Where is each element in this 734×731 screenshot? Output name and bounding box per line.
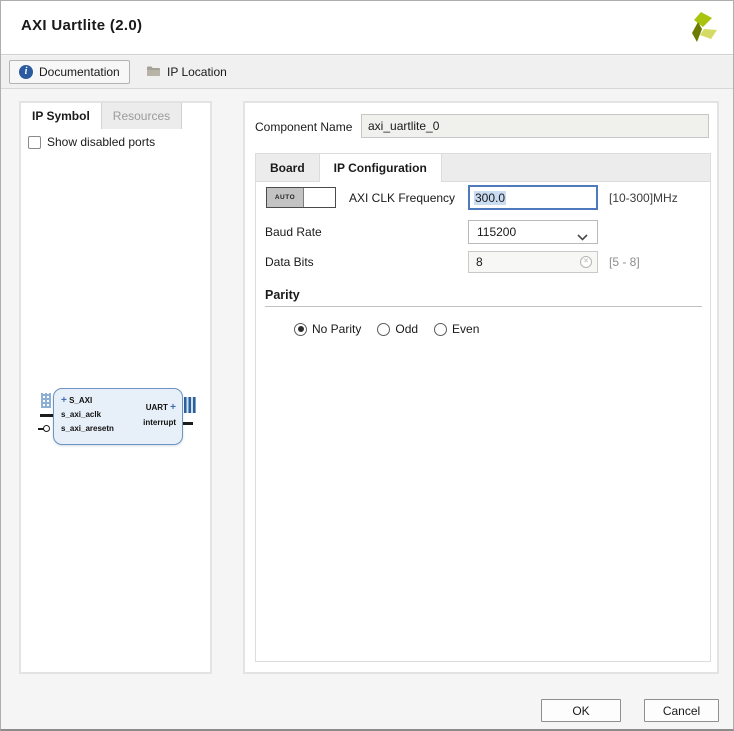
uart-interface-connector-icon: [184, 397, 196, 413]
radio-button-icon: [434, 322, 448, 336]
show-disabled-ports-row: Show disabled ports: [28, 135, 155, 149]
component-name-input[interactable]: [361, 114, 709, 138]
chevron-down-icon: [577, 230, 588, 244]
title-bar: AXI Uartlite (2.0): [1, 1, 733, 55]
selected-text: 300.0: [474, 190, 507, 205]
axi-clk-frequency-input[interactable]: 300.0: [468, 185, 598, 210]
parity-radio-group: No Parity Odd Even: [294, 322, 479, 336]
radio-odd[interactable]: Odd: [377, 322, 418, 336]
radio-no-parity[interactable]: No Parity: [294, 322, 361, 336]
folder-icon: [146, 65, 161, 80]
expand-plus-icon: +: [170, 402, 176, 413]
aclk-pin-stub-icon: [40, 414, 53, 417]
xilinx-logo-icon: [681, 8, 721, 55]
interrupt-pin-stub-icon: [183, 422, 193, 425]
data-bits-input[interactable]: 8 ✕: [468, 251, 598, 273]
radio-button-icon: [294, 322, 307, 336]
tab-ip-symbol[interactable]: IP Symbol: [21, 103, 102, 129]
data-bits-label: Data Bits: [265, 255, 314, 269]
tab-resources[interactable]: Resources: [101, 103, 183, 129]
ip-symbol-panel: IP Symbol Resources Show disabled ports …: [19, 101, 212, 674]
show-disabled-ports-label: Show disabled ports: [47, 135, 156, 149]
page-title: AXI Uartlite (2.0): [21, 17, 143, 34]
axi-clk-frequency-label: AXI CLK Frequency: [349, 191, 456, 205]
axi-clk-range-label: [10-300]MHz: [609, 191, 678, 205]
s-axi-interface-connector-icon: [41, 393, 51, 408]
documentation-label: Documentation: [39, 65, 120, 79]
info-circle-icon: i: [19, 65, 33, 79]
component-name-label: Component Name: [255, 120, 353, 134]
tab-board[interactable]: Board: [256, 154, 319, 181]
baud-rate-value: 115200: [477, 225, 517, 239]
port-s-axi: + S_AXI: [61, 395, 93, 406]
config-tab-widget: Board IP Configuration AUTO AXI CLK Freq…: [255, 153, 711, 662]
config-tab-strip: Board IP Configuration: [256, 154, 710, 182]
auto-toggle-label: AUTO: [267, 188, 304, 207]
ip-location-label: IP Location: [167, 65, 227, 79]
documentation-button[interactable]: i Documentation: [9, 60, 130, 84]
ok-button[interactable]: OK: [541, 699, 621, 722]
ip-symbol-diagram: + S_AXI s_axi_aclk s_axi_aresetn UART + …: [38, 388, 196, 445]
left-tab-strip: IP Symbol Resources: [21, 103, 210, 129]
radio-even[interactable]: Even: [434, 322, 479, 336]
tab-strip-filler: [182, 103, 210, 129]
section-divider: [265, 306, 702, 307]
data-bits-range-label: [5 - 8]: [609, 255, 640, 269]
port-s-axi-aresetn: s_axi_aresetn: [61, 424, 114, 433]
tab-ip-configuration[interactable]: IP Configuration: [318, 154, 442, 182]
tab-strip-filler: [442, 154, 710, 181]
port-s-axi-aclk: s_axi_aclk: [61, 410, 102, 419]
baud-rate-label: Baud Rate: [265, 225, 322, 239]
axi-clk-auto-toggle[interactable]: AUTO: [266, 187, 336, 208]
toolbar: i Documentation IP Location: [1, 56, 733, 89]
configuration-panel: Component Name Board IP Configuration AU…: [243, 101, 719, 674]
ip-customization-dialog: AXI Uartlite (2.0) i Documentation IP Lo…: [0, 0, 734, 731]
show-disabled-ports-checkbox[interactable]: [28, 135, 41, 149]
ip-symbol-left-ports: + S_AXI s_axi_aclk s_axi_aresetn: [61, 394, 114, 436]
baud-rate-dropdown[interactable]: 115200: [468, 220, 598, 244]
parity-section-heading: Parity: [265, 288, 300, 302]
port-interrupt: interrupt: [143, 418, 176, 427]
cancel-button[interactable]: Cancel: [644, 699, 719, 722]
aresetn-active-low-icon: [43, 425, 50, 432]
clear-field-icon[interactable]: ✕: [580, 256, 592, 268]
data-bits-value: 8: [476, 255, 483, 269]
expand-plus-icon: +: [61, 395, 67, 406]
port-uart: UART +: [145, 402, 176, 413]
ip-symbol-right-ports: UART + interrupt: [143, 400, 176, 430]
radio-button-icon: [377, 322, 391, 336]
ip-location-button[interactable]: IP Location: [137, 60, 236, 84]
